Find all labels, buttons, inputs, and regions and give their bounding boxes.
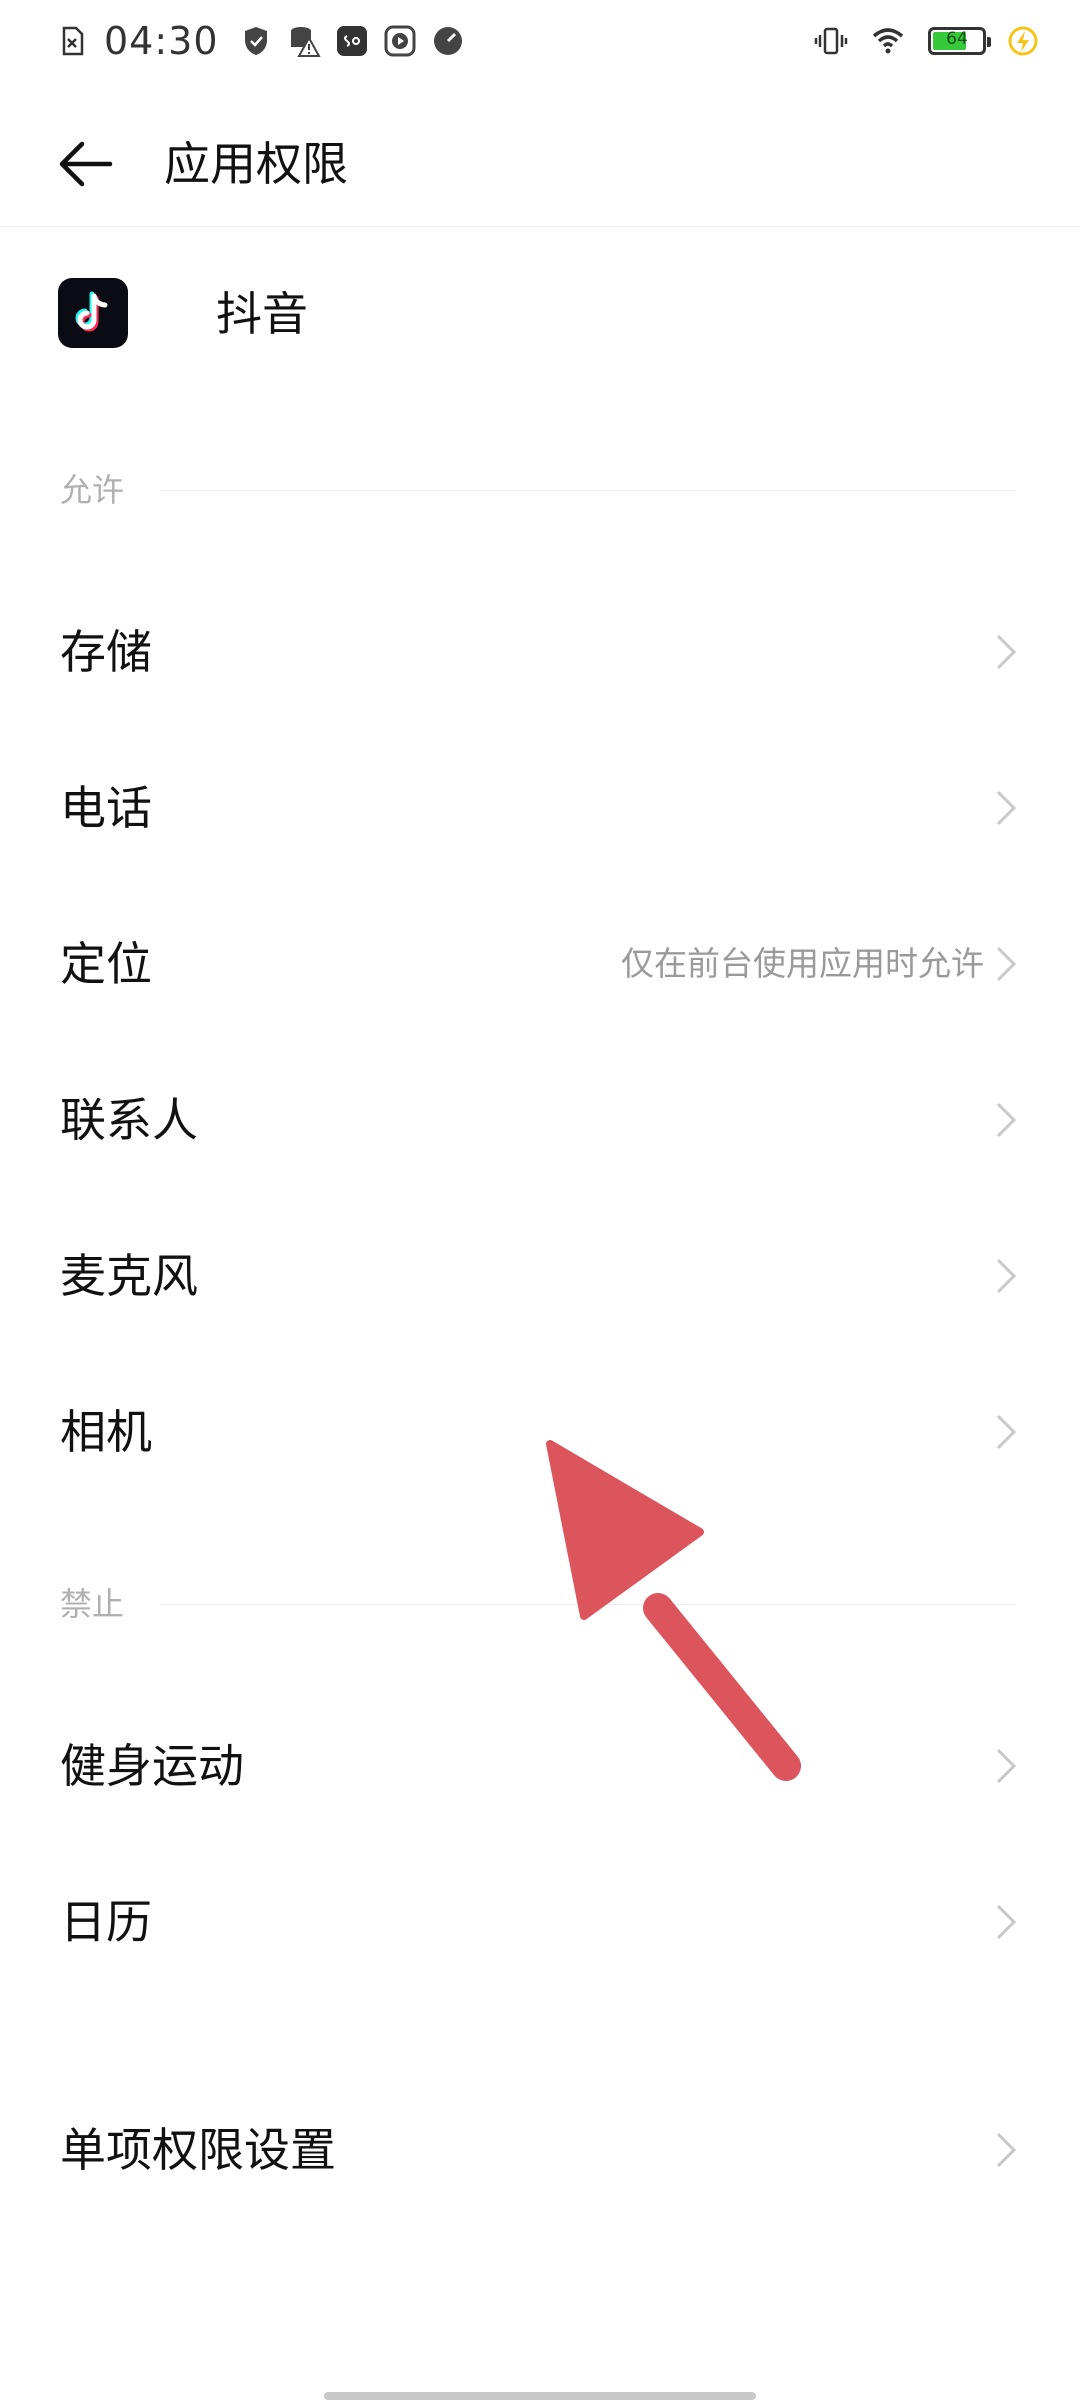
permission-row-camera[interactable]: 相机 xyxy=(0,1354,1080,1510)
chevron-right-icon xyxy=(996,946,1017,982)
back-arrow-icon xyxy=(59,141,113,187)
permission-row-storage[interactable]: 存储 xyxy=(0,574,1080,730)
individual-permission-settings-row[interactable]: 单项权限设置 xyxy=(0,2072,1080,2228)
status-bar-right: 64 xyxy=(814,16,1040,66)
chevron-right-icon xyxy=(996,634,1017,670)
battery-level: 64 xyxy=(946,29,968,49)
permission-label: 联系人 xyxy=(60,1093,198,1147)
section-header-denied: 禁止 xyxy=(60,1574,1016,1634)
chevron-right-icon xyxy=(996,1102,1017,1138)
individual-permission-settings-label: 单项权限设置 xyxy=(60,2123,336,2177)
app-bar: 应用权限 xyxy=(0,84,1080,227)
data-warning-icon xyxy=(290,27,321,57)
chevron-right-icon xyxy=(996,1904,1017,1940)
permission-row-location[interactable]: 定位 仅在前台使用应用时允许 xyxy=(0,886,1080,1042)
vibrate-icon xyxy=(814,27,848,55)
speedometer-icon xyxy=(433,27,462,55)
app-name: 抖音 xyxy=(216,287,308,341)
page-title: 应用权限 xyxy=(164,137,348,191)
douyin-app-icon xyxy=(58,278,128,348)
back-button[interactable] xyxy=(56,124,136,204)
permission-row-contacts[interactable]: 联系人 xyxy=(0,1042,1080,1198)
chevron-right-icon xyxy=(996,1414,1017,1450)
permission-status: 仅在前台使用应用时允许 xyxy=(621,944,984,983)
divider xyxy=(160,490,1016,491)
chevron-right-icon xyxy=(996,1748,1017,1784)
permission-row-calendar[interactable]: 日历 xyxy=(0,1844,1080,2000)
permission-row-phone[interactable]: 电话 xyxy=(0,730,1080,886)
charging-bolt-icon xyxy=(1008,26,1038,56)
permission-row-fitness[interactable]: 健身运动 xyxy=(0,1688,1080,1844)
status-bar: 04:30 64 xyxy=(0,0,1080,84)
permission-label: 麦克风 xyxy=(60,1249,198,1303)
shield-icon xyxy=(244,27,267,55)
battery-icon: 64 xyxy=(928,27,991,55)
app-info-row: 抖音 xyxy=(0,230,1080,400)
sim-missing-icon xyxy=(62,26,84,56)
chevron-right-icon xyxy=(996,2132,1017,2168)
permission-row-microphone[interactable]: 麦克风 xyxy=(0,1198,1080,1354)
chevron-right-icon xyxy=(996,790,1017,826)
permission-label: 健身运动 xyxy=(60,1739,244,1793)
divider xyxy=(160,1604,1016,1605)
section-header-allowed: 允许 xyxy=(60,460,1016,520)
permission-label: 相机 xyxy=(60,1405,152,1459)
status-time: 04:30 xyxy=(104,19,219,63)
section-label-denied: 禁止 xyxy=(60,1585,125,1623)
soul-app-icon xyxy=(336,26,367,56)
wifi-icon xyxy=(872,28,904,54)
section-label-allowed: 允许 xyxy=(60,471,125,509)
video-play-icon xyxy=(384,25,416,57)
status-bar-left: 04:30 xyxy=(56,16,465,66)
permission-label: 日历 xyxy=(60,1895,152,1949)
home-indicator[interactable] xyxy=(324,2392,756,2400)
permission-label: 定位 xyxy=(60,937,152,991)
chevron-right-icon xyxy=(996,1258,1017,1294)
permission-label: 存储 xyxy=(60,625,152,679)
permission-label: 电话 xyxy=(60,781,152,835)
